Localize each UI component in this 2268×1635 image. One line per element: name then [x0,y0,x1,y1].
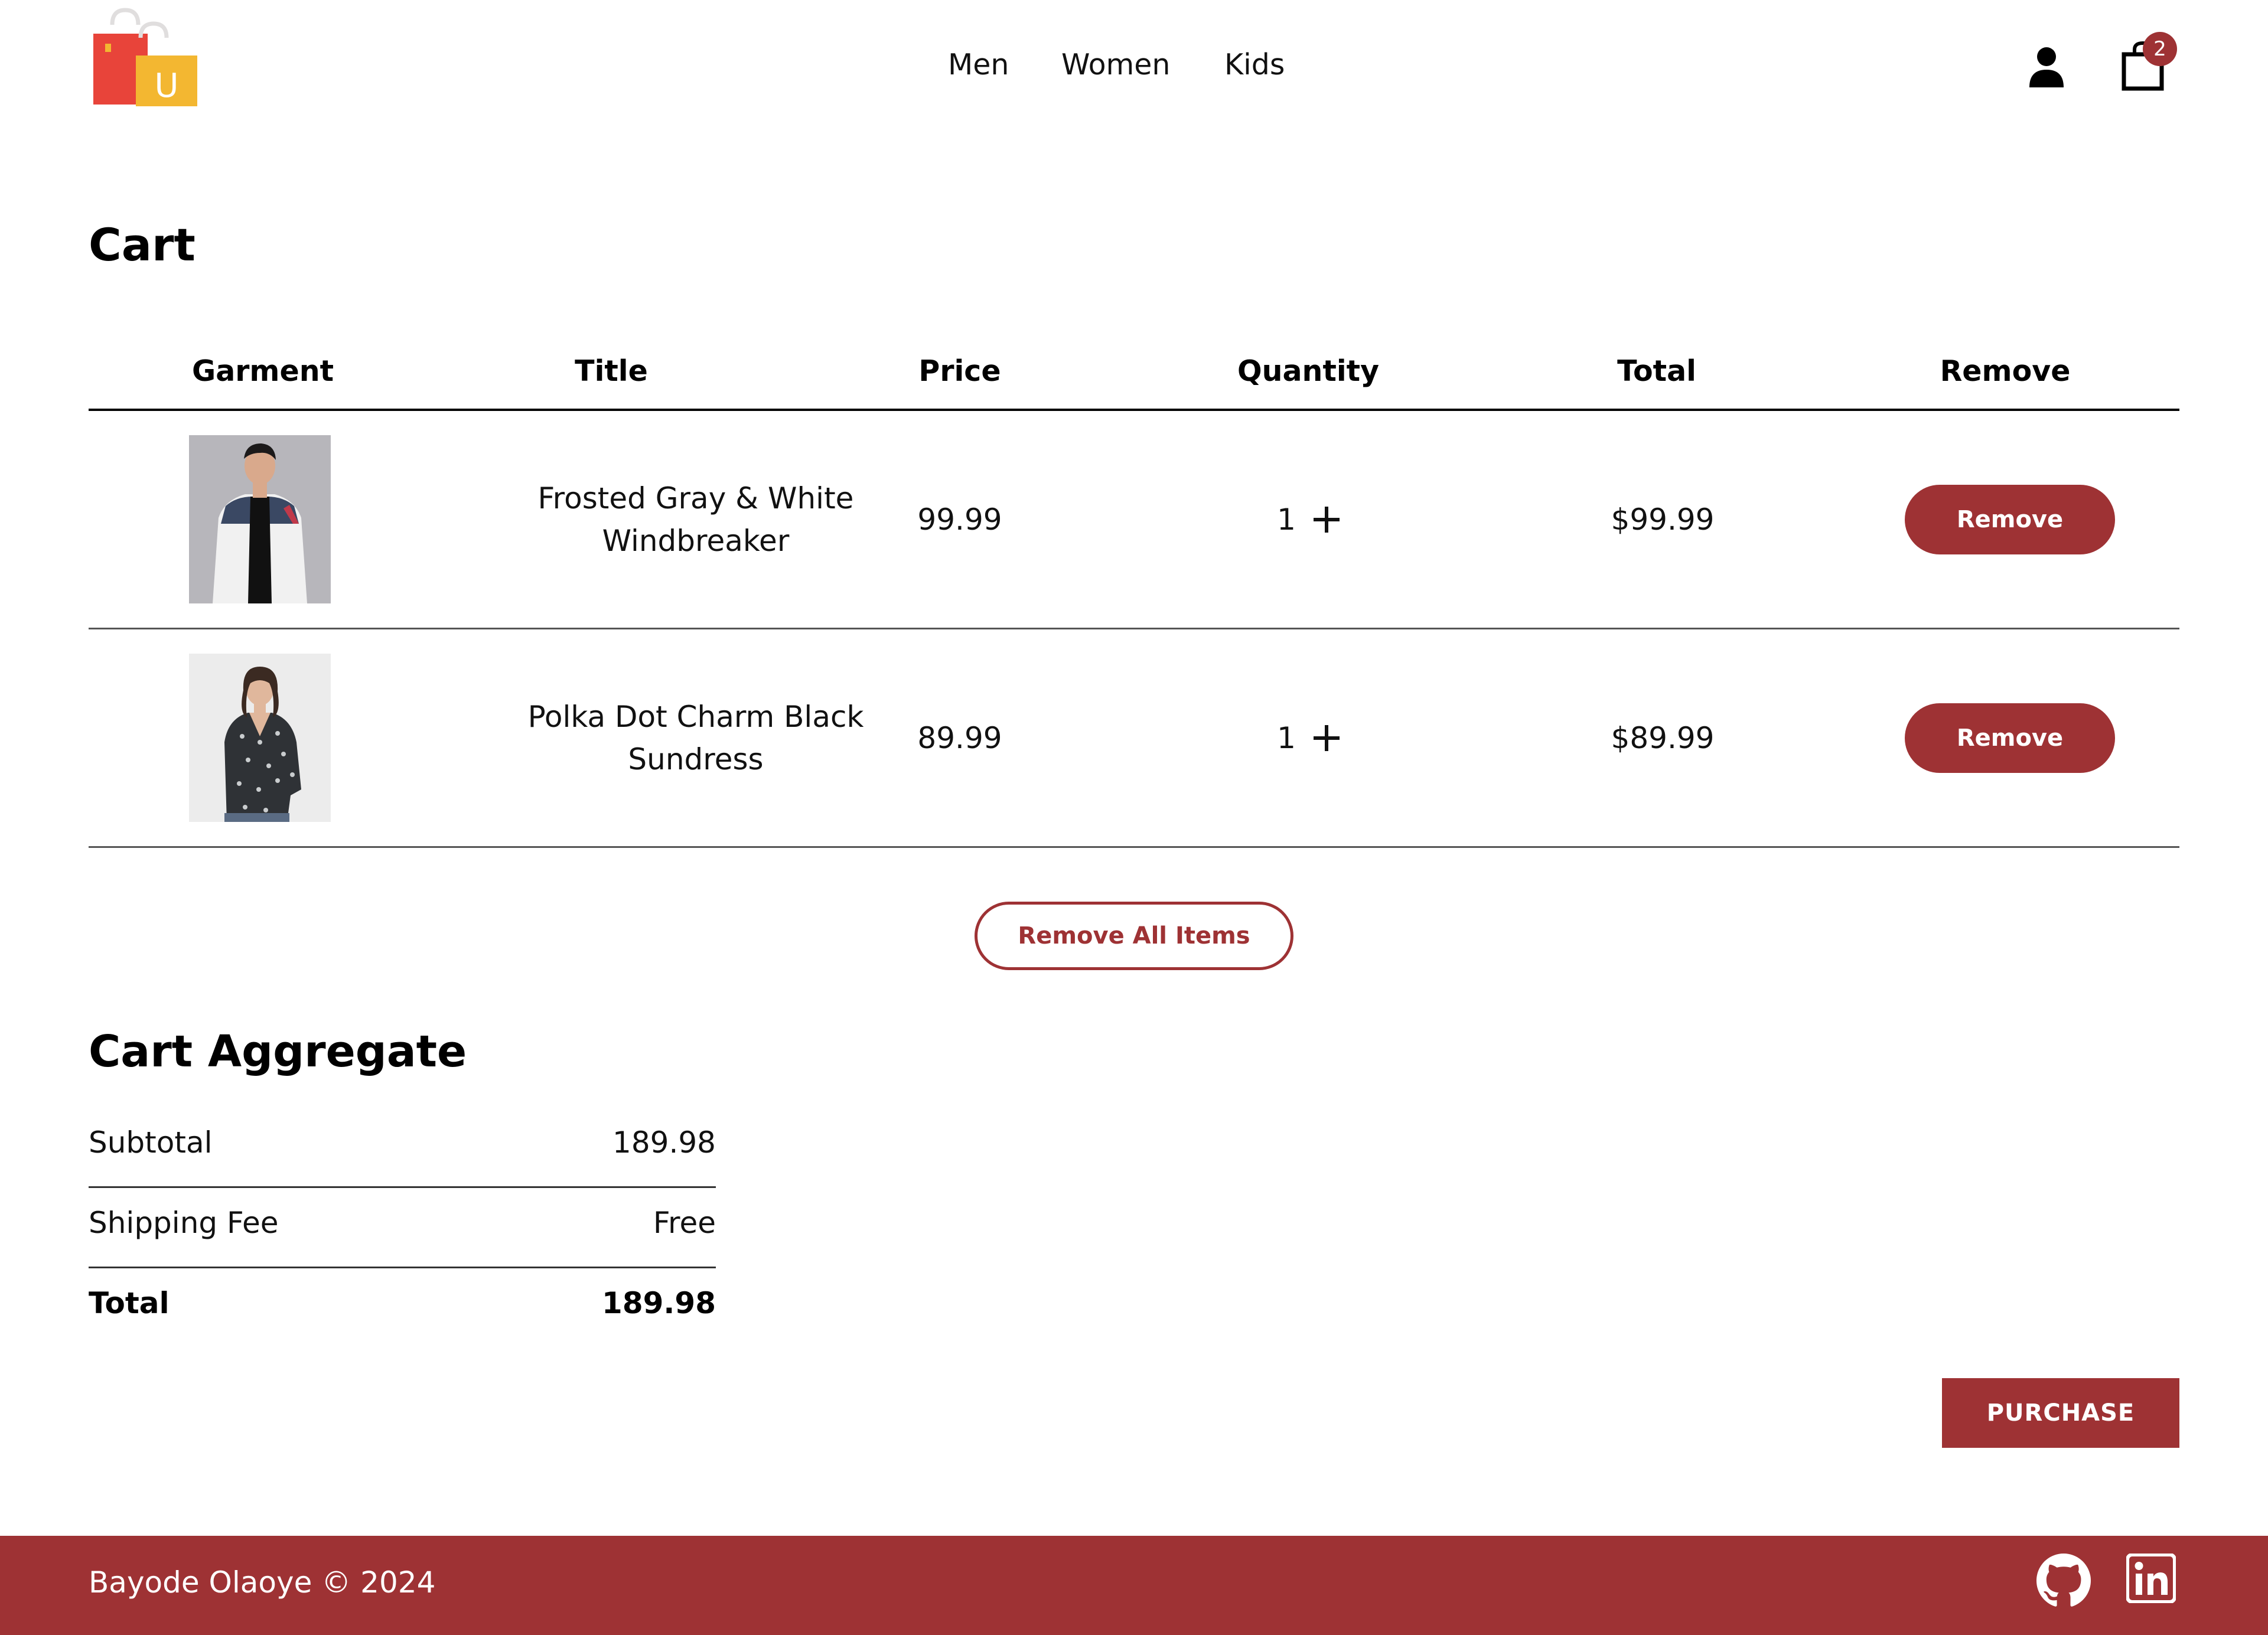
item-total: $89.99 [1611,720,1715,755]
subtotal-label: Subtotal [89,1125,213,1160]
plus-icon[interactable] [1313,725,1340,751]
column-header-title: Title [575,354,648,388]
cart-aggregate-title: Cart Aggregate [89,1026,467,1077]
table-row: Frosted Gray & White Windbreaker 99.99 1… [89,411,2179,629]
plus-icon[interactable] [1313,506,1340,533]
subtotal-value: 189.98 [612,1125,716,1160]
column-header-garment: Garment [191,354,334,388]
logo-letter: U [155,67,179,105]
column-header-total: Total [1617,354,1696,388]
product-image[interactable] [189,654,331,822]
item-total: $99.99 [1611,502,1715,537]
total-label: Total [89,1286,170,1320]
site-header: U Men Women Kids 2 [0,0,2268,130]
column-header-price: Price [918,354,1001,388]
shipping-fee-label: Shipping Fee [89,1206,279,1240]
cart-count-badge: 2 [2143,32,2177,66]
subtotal-row: Subtotal 189.98 [89,1108,716,1188]
shop-logo[interactable]: U [89,7,201,107]
total-value: 189.98 [602,1286,716,1320]
purchase-button[interactable]: PURCHASE [1942,1378,2179,1448]
quantity-value: 1 [1277,502,1296,537]
product-price: 99.99 [917,502,1002,537]
column-header-remove: Remove [1940,354,2071,388]
remove-all-items-button[interactable]: Remove All Items [975,902,1293,970]
table-header: Garment Title Price Quantity Total Remov… [89,342,2179,411]
linkedin-icon[interactable] [2126,1554,2176,1603]
footer-copyright: Bayode Olaoye © 2024 [89,1565,436,1600]
cart-button[interactable]: 2 [2122,32,2181,94]
quantity-control: 1 [1134,411,1482,628]
shipping-fee-value: Free [653,1206,716,1240]
shipping-fee-row: Shipping Fee Free [89,1188,716,1268]
column-header-quantity: Quantity [1237,354,1380,388]
remove-item-button[interactable]: Remove [1905,484,2115,554]
remove-item-button[interactable]: Remove [1905,703,2115,773]
nav-link-men[interactable]: Men [948,41,1009,89]
table-row: Polka Dot Charm Black Sundress 89.99 1 $… [89,629,2179,848]
cart-table: Garment Title Price Quantity Total Remov… [89,342,2179,848]
site-footer: Bayode Olaoye © 2024 [0,1536,2268,1635]
nav-link-kids[interactable]: Kids [1224,41,1285,89]
cart-aggregate: Subtotal 189.98 Shipping Fee Free Total … [89,1108,716,1349]
product-price: 89.99 [917,720,1002,755]
github-icon[interactable] [2036,1554,2091,1608]
user-icon[interactable] [2027,46,2066,87]
quantity-value: 1 [1277,720,1296,755]
page-title: Cart [89,218,195,271]
nav-link-women[interactable]: Women [1061,41,1171,89]
quantity-control: 1 [1134,629,1482,846]
total-row: Total 189.98 [89,1268,716,1349]
product-image[interactable] [189,435,331,603]
